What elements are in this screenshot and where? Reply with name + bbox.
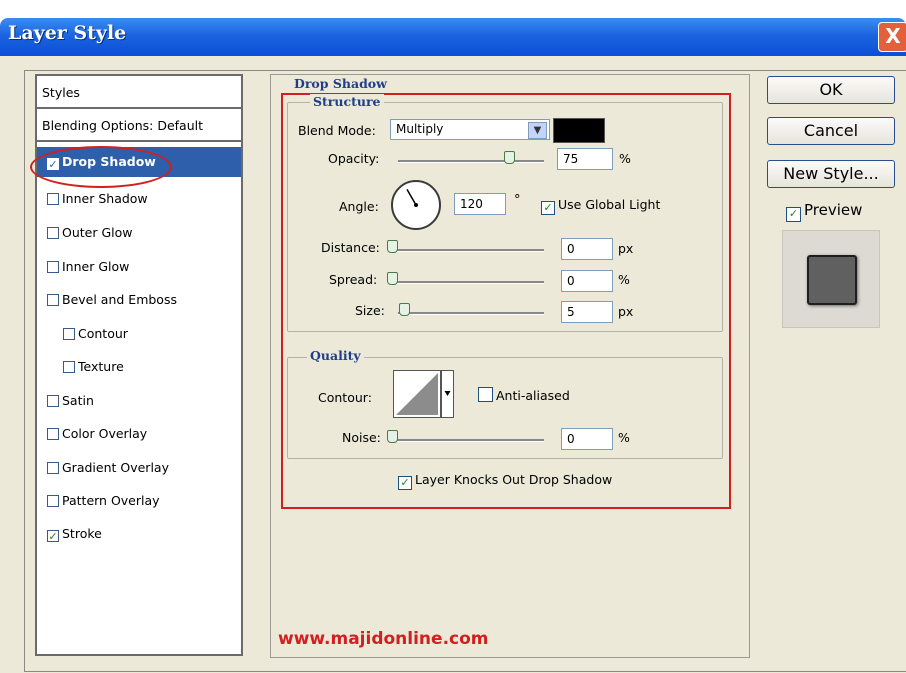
styles-list-item-label: Styles [42,85,80,100]
style-checkbox[interactable] [47,261,59,273]
chevron-down-icon[interactable]: ▼ [528,122,547,139]
angle-dial[interactable] [389,178,443,232]
opacity-unit: % [619,151,631,166]
use-global-light-label: Use Global Light [558,197,661,212]
style-checkbox[interactable] [47,495,59,507]
styles-list-item-label: Bevel and Emboss [62,292,177,307]
styles-list-item[interactable]: Bevel and Emboss [37,283,241,316]
use-global-light-checkbox[interactable]: ✓ [541,201,555,215]
styles-list-item[interactable]: Blending Options: Default [37,109,241,142]
use-global-light-option[interactable]: ✓ Use Global Light [541,197,660,215]
distance-slider[interactable] [391,249,544,252]
distance-input[interactable]: 0 [561,238,613,260]
spread-input[interactable]: 0 [561,270,613,292]
noise-label: Noise: [342,430,381,445]
distance-label: Distance: [321,240,380,255]
preview-thumbnail [782,230,880,328]
distance-unit: px [618,241,634,256]
size-label: Size: [355,303,385,318]
title-bar[interactable] [0,18,906,56]
style-checkbox[interactable] [47,227,59,239]
blend-mode-select[interactable]: Multiply ▼ [390,119,550,140]
styles-list-item[interactable]: Outer Glow [37,216,241,249]
watermark-text: www.majidonline.com [278,629,489,649]
styles-list-item[interactable]: Inner Glow [37,250,241,283]
noise-slider-thumb[interactable] [387,430,398,443]
styles-list-item-label: Contour [78,326,128,341]
styles-list-item-label: Inner Glow [62,259,130,274]
style-checkbox[interactable] [63,328,75,340]
blend-mode-label: Blend Mode: [298,123,376,138]
styles-list-item-label: Outer Glow [62,225,133,240]
blend-mode-value: Multiply [396,122,444,136]
preview-option[interactable]: ✓ Preview [786,201,862,222]
styles-list-item[interactable]: ✓ Stroke [37,517,241,550]
styles-list-item[interactable]: Inner Shadow [37,182,241,215]
styles-list-item-label: Color Overlay [62,426,148,441]
spread-unit: % [618,272,630,287]
contour-label: Contour: [318,390,372,405]
style-checkbox[interactable] [47,395,59,407]
style-checkbox[interactable] [47,462,59,474]
styles-list-item-label: Blending Options: Default [42,118,203,133]
preview-label: Preview [804,201,863,219]
style-checkbox[interactable]: ✓ [47,530,59,543]
size-slider-thumb[interactable] [399,303,410,316]
angle-dial-center [414,203,418,207]
spread-label: Spread: [329,272,378,287]
styles-list-item-label: Pattern Overlay [62,493,160,508]
styles-list-item-label: Gradient Overlay [62,460,169,475]
styles-list-item-label: Texture [78,359,124,374]
noise-unit: % [618,430,630,445]
styles-list-item[interactable]: Styles [37,76,241,109]
styles-list-item[interactable]: Texture [37,350,241,383]
opacity-label: Opacity: [328,151,380,166]
styles-list-item[interactable]: Color Overlay [37,417,241,450]
styles-list-item-label: Stroke [62,526,102,541]
knocks-out-option[interactable]: ✓ Layer Knocks Out Drop Shadow [398,472,612,490]
structure-title: Structure [310,94,384,109]
style-checkbox[interactable] [47,294,59,306]
styles-list-item[interactable]: Contour [37,317,241,350]
styles-list-item[interactable]: Pattern Overlay [37,484,241,517]
contour-picker[interactable] [393,370,455,418]
styles-list-item-label: Satin [62,393,94,408]
ok-button[interactable]: OK [767,76,895,104]
window-title: Layer Style [8,22,127,44]
style-checkbox[interactable] [47,193,59,205]
knocks-out-label: Layer Knocks Out Drop Shadow [415,472,613,487]
size-input[interactable]: 5 [561,301,613,323]
new-style-button[interactable]: New Style... [767,160,895,188]
anti-aliased-checkbox[interactable] [478,387,493,402]
close-button[interactable]: X [878,22,906,52]
styles-list-item-label: Inner Shadow [62,191,148,206]
noise-slider[interactable] [391,439,544,442]
anti-aliased-option[interactable]: Anti-aliased [478,387,570,403]
angle-input[interactable]: 120 [454,193,506,215]
preview-checkbox[interactable]: ✓ [786,207,801,222]
angle-label: Angle: [339,199,379,214]
distance-slider-thumb[interactable] [387,240,398,253]
opacity-input[interactable]: 75 [557,148,613,170]
shadow-color-swatch[interactable] [553,118,605,143]
cancel-button[interactable]: Cancel [767,117,895,145]
anti-aliased-label: Anti-aliased [496,388,570,403]
styles-list-item[interactable]: Gradient Overlay [37,451,241,484]
style-checkbox[interactable] [47,428,59,440]
spread-slider-thumb[interactable] [387,272,398,285]
size-slider[interactable] [398,312,544,315]
knocks-out-checkbox[interactable]: ✓ [398,476,412,490]
quality-title: Quality [307,348,364,363]
drop-shadow-title: Drop Shadow [291,76,390,91]
preview-square [807,255,857,305]
noise-input[interactable]: 0 [561,428,613,450]
size-unit: px [618,304,634,319]
angle-unit: ° [514,193,521,208]
highlight-oval [30,146,172,188]
spread-slider[interactable] [391,281,544,284]
opacity-slider-thumb[interactable] [503,151,515,164]
styles-list-item[interactable]: Satin [37,384,241,417]
opacity-slider[interactable] [398,160,544,163]
style-checkbox[interactable] [63,361,75,373]
